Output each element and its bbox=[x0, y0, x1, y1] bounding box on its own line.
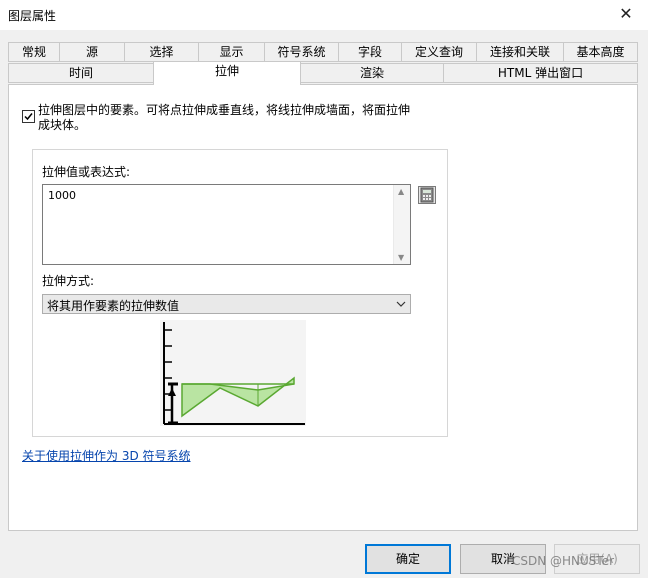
tab-base-heights[interactable]: 基本高度 bbox=[563, 42, 638, 62]
tab-extrusion[interactable]: 拉伸 bbox=[153, 61, 301, 85]
expression-scrollbar[interactable]: ▲ ▼ bbox=[393, 185, 410, 264]
expression-builder-button[interactable] bbox=[418, 186, 436, 204]
help-link-extrusion-3d[interactable]: 关于使用拉伸作为 3D 符号系统 bbox=[22, 447, 191, 464]
extrusion-value-label: 拉伸值或表达式: bbox=[42, 165, 131, 179]
title-bar: 图层属性 ✕ bbox=[0, 0, 648, 30]
extrusion-method-select[interactable]: 将其用作要素的拉伸数值 bbox=[42, 294, 411, 314]
tab-definition-query[interactable]: 定义查询 bbox=[401, 42, 477, 62]
extrusion-illustration bbox=[160, 320, 306, 426]
tab-selection[interactable]: 选择 bbox=[124, 42, 199, 62]
tab-html-popup[interactable]: HTML 弹出窗口 bbox=[443, 63, 638, 83]
tab-general[interactable]: 常规 bbox=[8, 42, 60, 62]
chevron-down-icon bbox=[396, 301, 406, 307]
ok-button[interactable]: 确定 bbox=[365, 544, 451, 574]
tab-joins-relates[interactable]: 连接和关联 bbox=[476, 42, 564, 62]
extrude-checkbox-label: 拉伸图层中的要素。可将点拉伸成垂直线，将线拉伸成墙面，将面拉伸成块体。 bbox=[38, 103, 411, 132]
extrusion-method-label: 拉伸方式: bbox=[42, 274, 95, 288]
extrusion-expression-value: 1000 bbox=[48, 189, 76, 202]
scroll-up-icon[interactable]: ▲ bbox=[398, 187, 404, 196]
extrusion-expression-input[interactable]: 1000 ▲ ▼ bbox=[42, 184, 411, 265]
window-title: 图层属性 bbox=[8, 9, 57, 23]
watermark: CSDN @HNUSTer bbox=[512, 554, 615, 568]
calculator-icon bbox=[420, 187, 434, 203]
tab-fields[interactable]: 字段 bbox=[338, 42, 402, 62]
tab-time[interactable]: 时间 bbox=[8, 63, 154, 83]
extrude-checkbox[interactable] bbox=[22, 110, 35, 123]
close-icon[interactable]: ✕ bbox=[614, 2, 638, 26]
tab-display[interactable]: 显示 bbox=[198, 42, 265, 62]
tab-source[interactable]: 源 bbox=[59, 42, 125, 62]
extrusion-method-value: 将其用作要素的拉伸数值 bbox=[47, 299, 180, 313]
tab-rendering[interactable]: 渲染 bbox=[300, 63, 444, 83]
tab-symbology[interactable]: 符号系统 bbox=[264, 42, 339, 62]
checkmark-icon bbox=[24, 113, 33, 121]
scroll-down-icon[interactable]: ▼ bbox=[398, 253, 404, 262]
